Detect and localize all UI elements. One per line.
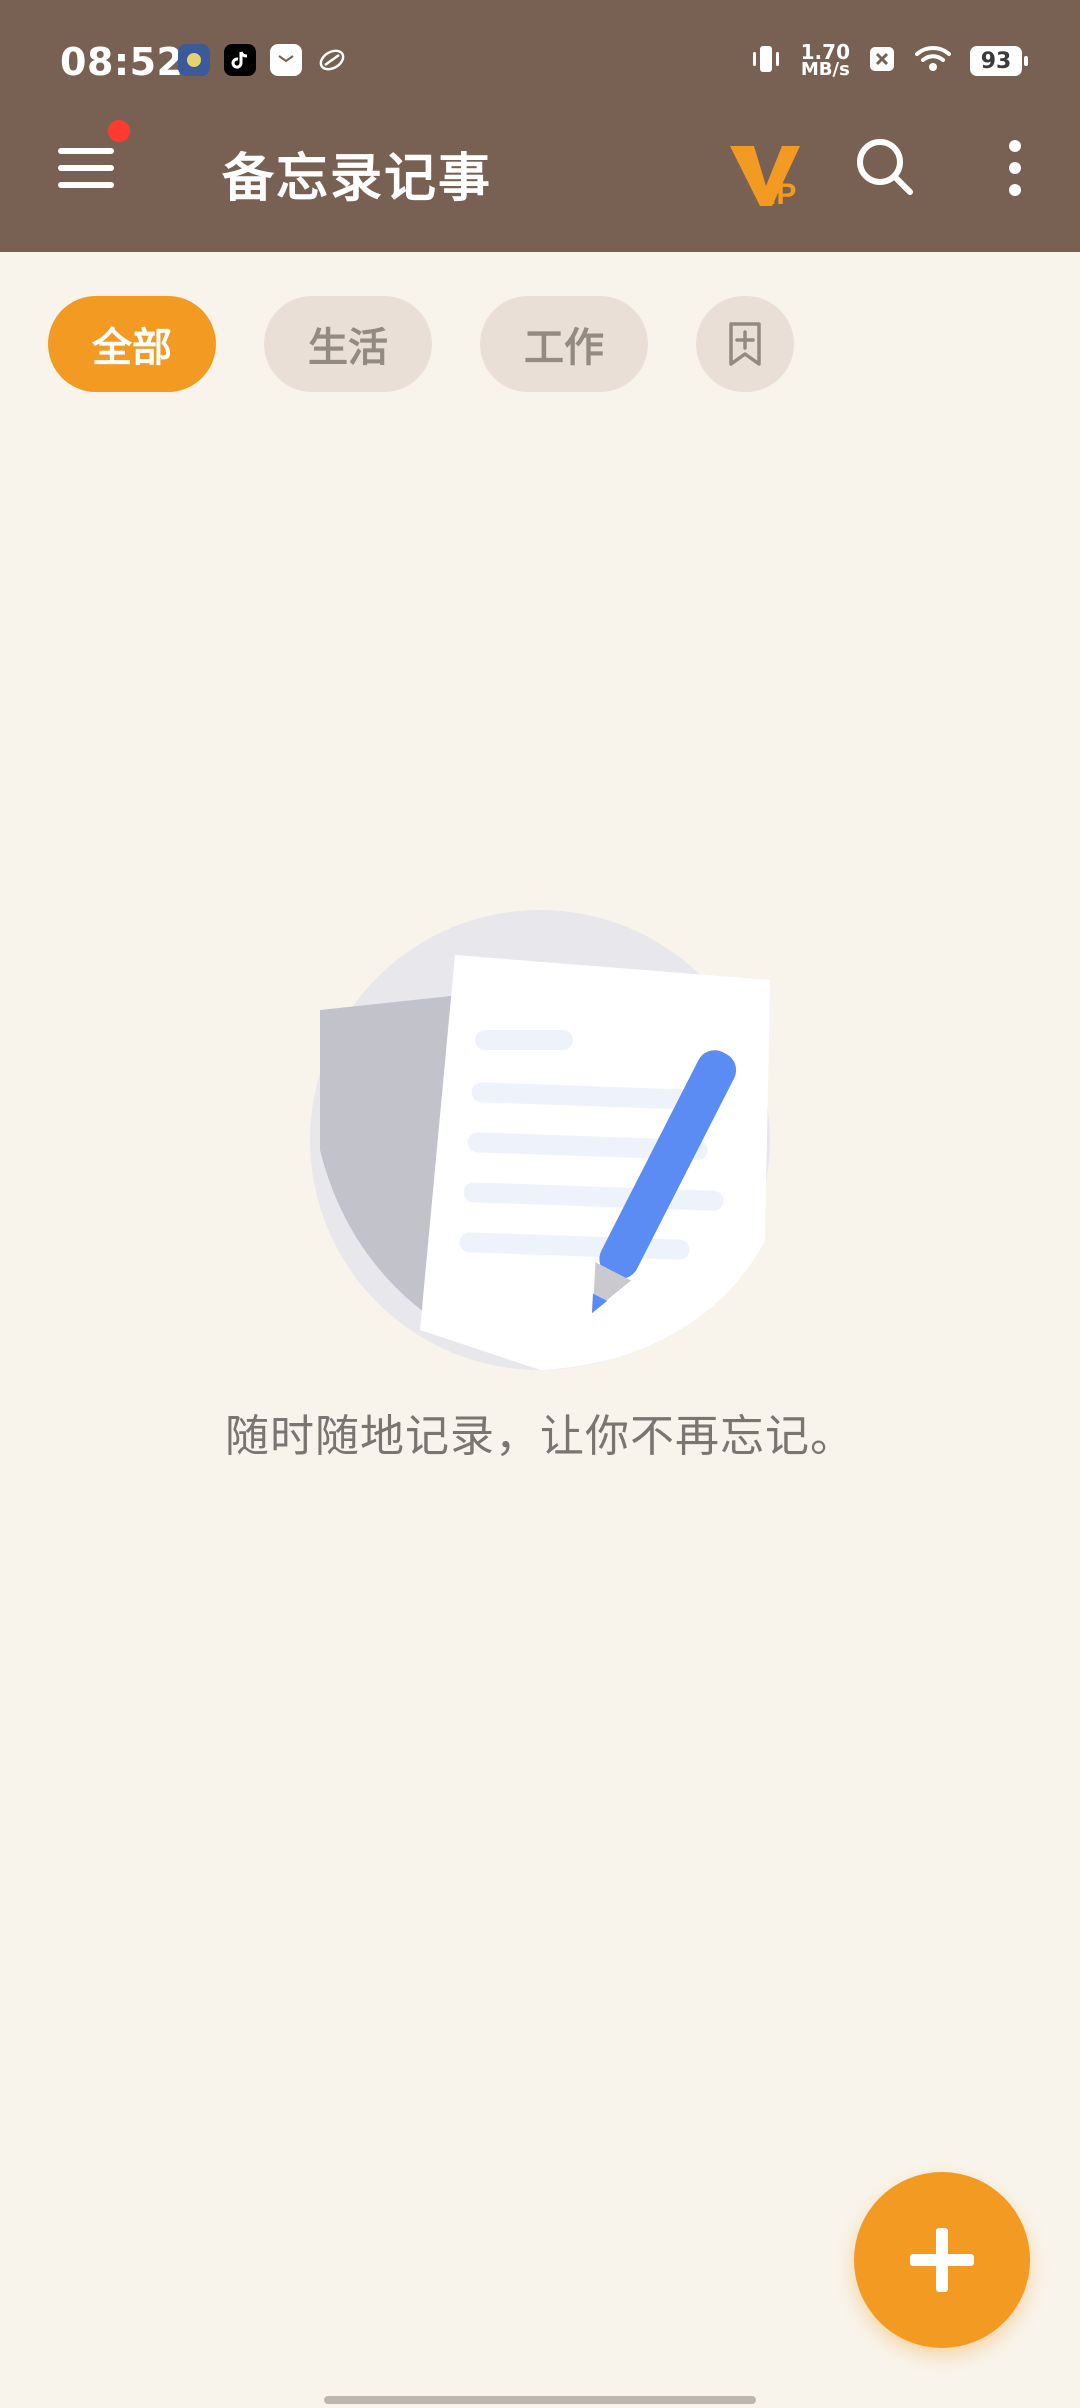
vibrate-icon [749, 42, 783, 80]
home-indicator[interactable] [324, 2396, 756, 2404]
tag-icon [316, 44, 348, 76]
network-speed: 1.70 MB/s [800, 40, 850, 80]
chip-life[interactable]: 生活 [264, 296, 432, 392]
tiktok-icon [224, 44, 256, 76]
category-chip-row: 全部 生活 工作 [48, 296, 794, 392]
status-time: 08:52 [60, 40, 184, 84]
more-button[interactable] [980, 128, 1050, 208]
chip-all[interactable]: 全部 [48, 296, 216, 392]
add-category-button[interactable] [696, 296, 794, 392]
svg-text:IP: IP [768, 178, 796, 211]
mail-icon [270, 44, 302, 76]
plus-icon [910, 2228, 974, 2292]
status-right: 1.70 MB/s 93 [749, 40, 1028, 80]
notification-icon-1 [178, 44, 210, 76]
header: 08:52 1.70 MB/s 93 备忘录记事 IP [0, 0, 1080, 252]
chip-work[interactable]: 工作 [480, 296, 648, 392]
wifi-icon [914, 44, 952, 78]
add-note-fab[interactable] [854, 2172, 1030, 2348]
notes-pencil-illustration [310, 910, 770, 1370]
search-button[interactable] [846, 128, 926, 208]
add-bookmark-icon [729, 322, 761, 366]
status-left-icons [178, 44, 348, 76]
empty-state-message: 随时随地记录，让你不再忘记。 [225, 1411, 855, 1462]
vip-icon: IP [730, 146, 800, 211]
app-title: 备忘录记事 [222, 149, 493, 209]
battery-icon: 93 [970, 46, 1028, 76]
search-icon [857, 139, 913, 195]
empty-illustration [300, 900, 780, 1380]
vip-button[interactable]: IP [722, 128, 810, 216]
more-vertical-icon [1009, 140, 1021, 196]
close-box-icon [868, 45, 896, 77]
menu-badge [108, 120, 130, 142]
